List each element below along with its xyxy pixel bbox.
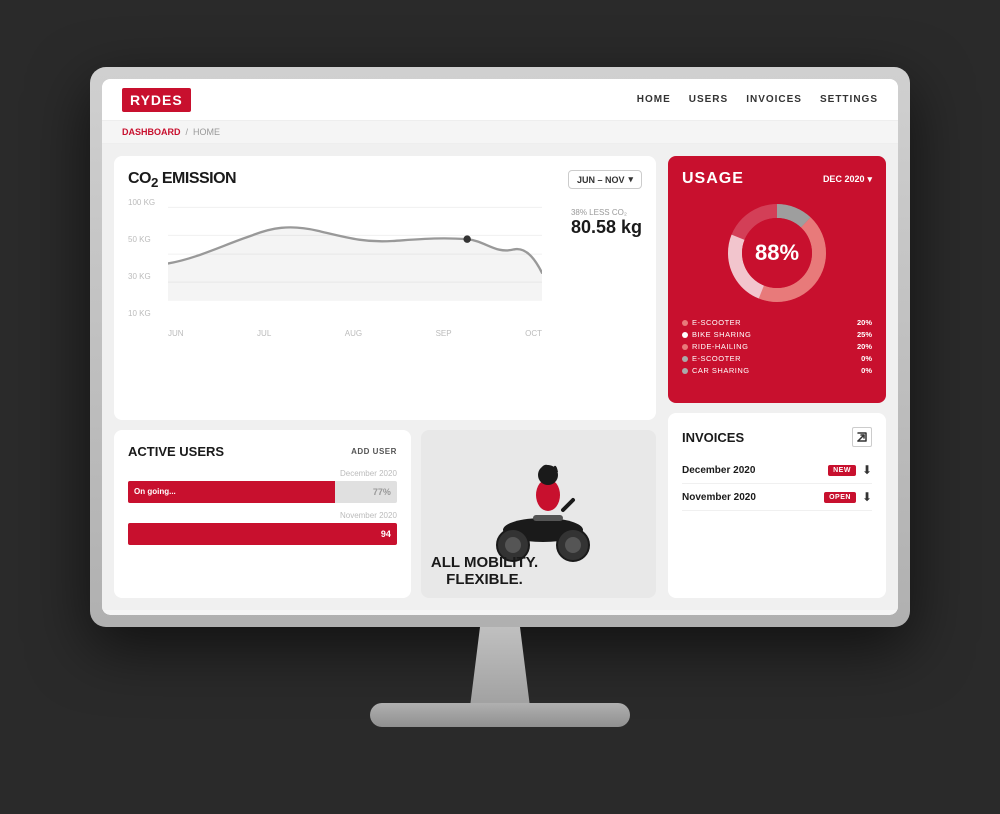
- legend-item-3: RIDE-HAILING 20%: [682, 342, 872, 351]
- y-label-30: 30 KG: [128, 272, 164, 281]
- donut-chart: 88%: [682, 198, 872, 308]
- invoice-month-2: November 2020: [682, 492, 756, 503]
- bar-label-1: On going...: [134, 487, 176, 496]
- invoice-badge-2: OPEN: [824, 492, 856, 503]
- breadcrumb-home[interactable]: HOME: [193, 127, 220, 137]
- legend-name-4: E-SCOOTER: [692, 354, 857, 363]
- legend-pct-5: 0%: [861, 366, 872, 375]
- legend-item-1: E-SCOOTER 20%: [682, 318, 872, 327]
- breadcrumb-dashboard[interactable]: DASHBOARD: [122, 127, 181, 137]
- y-label-50: 50 KG: [128, 235, 164, 244]
- bar-track-2: 94: [128, 523, 397, 545]
- legend-name-5: CAR SHARING: [692, 366, 857, 375]
- right-panel: USAGE DEC 2020 ▾: [668, 144, 898, 610]
- date-range-selector[interactable]: JUN – NOV ▾: [568, 170, 642, 189]
- scooter-line1: ALL MOBILITY.: [431, 554, 538, 571]
- co2-chart: 100 KG 50 KG 30 KG 10 KG: [128, 198, 642, 338]
- nav-invoices[interactable]: INVOICES: [746, 94, 802, 105]
- scooter-tagline: ALL MOBILITY. FLEXIBLE.: [431, 555, 538, 588]
- legend-dot-4: [682, 356, 688, 362]
- legend-item-2: BIKE SHARING 25%: [682, 330, 872, 339]
- invoice-row-1: December 2020 NEW ⬇: [682, 457, 872, 484]
- legend-pct-2: 25%: [857, 330, 872, 339]
- breadcrumb: DASHBOARD / HOME: [102, 121, 898, 144]
- bar-count-2: 94: [381, 529, 391, 539]
- user-bar-row-2: November 2020 94: [128, 511, 397, 545]
- legend-dot-2: [682, 332, 688, 338]
- user-bar-row-1: December 2020 On going... 77%: [128, 469, 397, 503]
- active-users-title: ACTIVE USERS: [128, 444, 224, 459]
- donut-percentage: 88%: [755, 240, 799, 266]
- co2-highlight: 38% LESS CO₂ 80.58 kg: [571, 208, 642, 238]
- usage-title: USAGE: [682, 170, 744, 188]
- bar-fill-2: [128, 523, 397, 545]
- legend-dot-1: [682, 320, 688, 326]
- y-label-100: 100 KG: [128, 198, 164, 207]
- scooter-card: ALL MOBILITY. FLEXIBLE.: [421, 430, 656, 598]
- bar-pct-1: 77%: [373, 487, 391, 497]
- invoice-actions-2: OPEN ⬇: [824, 490, 872, 504]
- bar-track-1: On going... 77%: [128, 481, 397, 503]
- legend-name-1: E-SCOOTER: [692, 318, 853, 327]
- bar-date-2: November 2020: [340, 511, 397, 520]
- x-label-aug: AUG: [345, 329, 362, 338]
- download-button-2[interactable]: ⬇: [862, 490, 872, 504]
- invoice-row-2: November 2020 OPEN ⬇: [682, 484, 872, 511]
- monitor-stand: [450, 627, 550, 707]
- nav-home[interactable]: HOME: [637, 94, 671, 105]
- x-label-sep: SEP: [436, 329, 452, 338]
- usage-date-label: DEC 2020: [823, 174, 865, 184]
- invoice-month-1: December 2020: [682, 465, 755, 476]
- x-axis: JUN JUL AUG SEP OCT: [168, 329, 542, 338]
- legend-dot-5: [682, 368, 688, 374]
- legend-name-3: RIDE-HAILING: [692, 342, 853, 351]
- x-label-jul: JUL: [257, 329, 271, 338]
- left-panel: CO2 EMISSION JUN – NOV ▾ 100 KG: [102, 144, 668, 610]
- y-axis: 100 KG 50 KG 30 KG 10 KG: [128, 198, 168, 318]
- y-label-10: 10 KG: [128, 309, 164, 318]
- chevron-down-icon: ▾: [628, 174, 633, 185]
- scooter-line2: FLEXIBLE.: [446, 571, 523, 588]
- bar-date-1: December 2020: [340, 469, 397, 478]
- x-label-oct: OCT: [525, 329, 542, 338]
- legend-item-4: E-SCOOTER 0%: [682, 354, 872, 363]
- co2-pct-label: 38% LESS CO₂: [571, 208, 642, 217]
- invoice-actions-1: NEW ⬇: [828, 463, 872, 477]
- invoices-title: INVOICES: [682, 430, 744, 445]
- legend-item-5: CAR SHARING 0%: [682, 366, 872, 375]
- chevron-down-icon: ▾: [867, 174, 872, 185]
- active-users-card: ACTIVE USERS ADD USER December 2020: [114, 430, 411, 598]
- bottom-row: ACTIVE USERS ADD USER December 2020: [114, 430, 656, 598]
- nav-links: HOME USERS INVOICES SETTINGS: [637, 94, 878, 105]
- navbar: RYDES HOME USERS INVOICES SETTINGS: [102, 79, 898, 121]
- usage-date-selector[interactable]: DEC 2020 ▾: [823, 174, 872, 185]
- date-range-label: JUN – NOV: [577, 175, 625, 185]
- bar-fill-1: On going...: [128, 481, 335, 503]
- legend-pct-1: 20%: [857, 318, 872, 327]
- logo: RYDES: [122, 88, 191, 112]
- export-button[interactable]: [852, 427, 872, 447]
- monitor-base: [370, 703, 630, 727]
- legend-name-2: BIKE SHARING: [692, 330, 853, 339]
- usage-legend: E-SCOOTER 20% BIKE SHARING 25%: [682, 318, 872, 375]
- invoices-card: INVOICES December: [668, 413, 886, 598]
- legend-dot-3: [682, 344, 688, 350]
- co2-title: CO2 EMISSION: [128, 170, 236, 190]
- co2-value: 80.58 kg: [571, 217, 642, 238]
- export-icon: [856, 431, 868, 443]
- usage-card: USAGE DEC 2020 ▾: [668, 156, 886, 403]
- download-button-1[interactable]: ⬇: [862, 463, 872, 477]
- legend-pct-4: 0%: [861, 354, 872, 363]
- legend-pct-3: 20%: [857, 342, 872, 351]
- co2-line-chart: [168, 198, 542, 301]
- nav-settings[interactable]: SETTINGS: [820, 94, 878, 105]
- co2-card: CO2 EMISSION JUN – NOV ▾ 100 KG: [114, 156, 656, 420]
- invoice-badge-1: NEW: [828, 465, 856, 476]
- nav-users[interactable]: USERS: [689, 94, 728, 105]
- x-label-jun: JUN: [168, 329, 184, 338]
- add-user-button[interactable]: ADD USER: [351, 447, 397, 456]
